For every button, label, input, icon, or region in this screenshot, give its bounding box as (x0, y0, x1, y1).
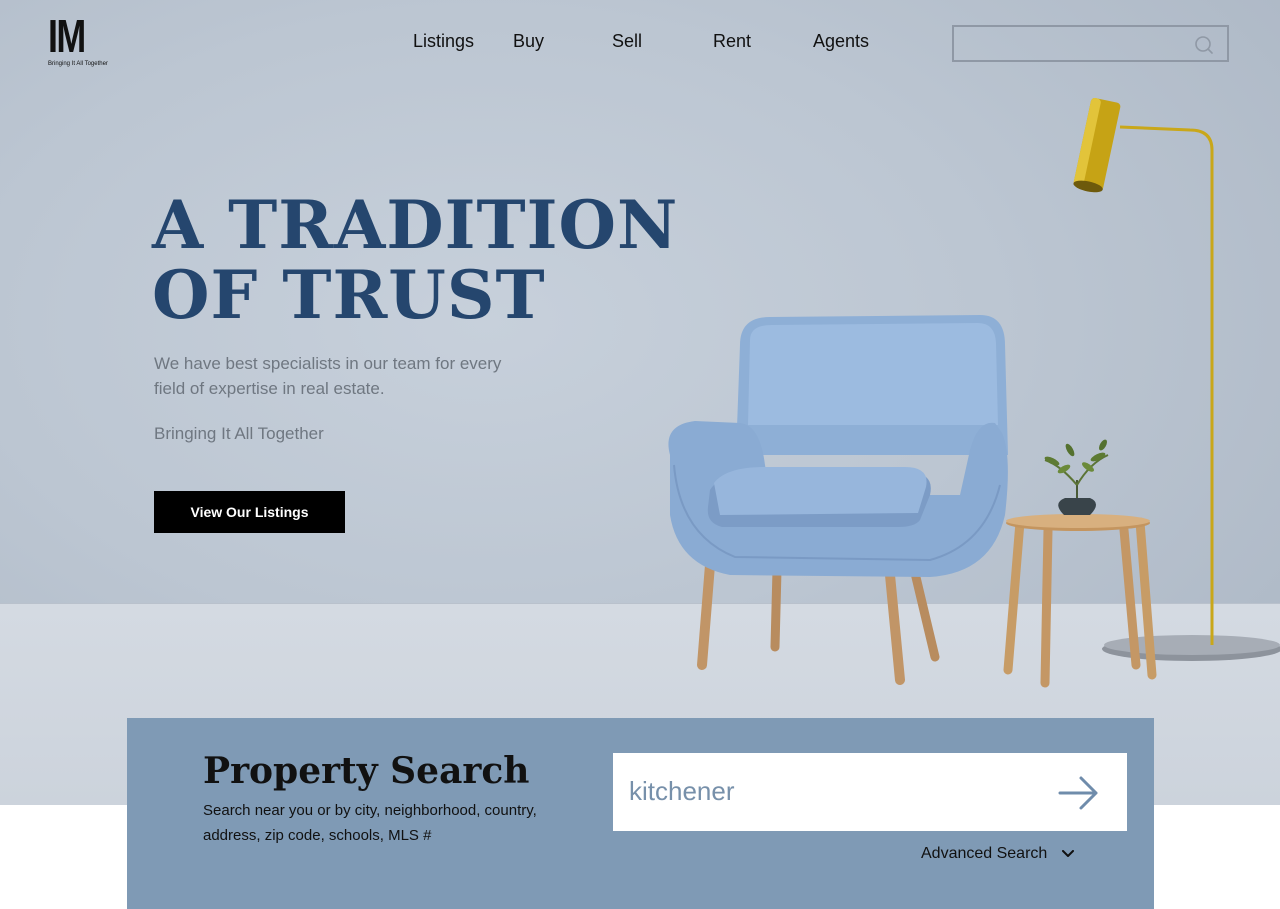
nav-buy[interactable]: Buy (513, 31, 544, 52)
logo-mark: IM (48, 10, 86, 62)
floor-lamp-image (1073, 97, 1280, 661)
hero-headline-line2: OF TRUST (152, 256, 546, 334)
hero-headline: A TRADITION OF TRUST (152, 190, 678, 330)
chevron-down-icon (1061, 849, 1074, 857)
nav-agents[interactable]: Agents (813, 31, 869, 52)
hero-furniture-image (668, 97, 1280, 688)
property-search-title: Property Search (203, 750, 530, 792)
hero-headline-line1: A TRADITION (152, 186, 679, 264)
advanced-search-toggle[interactable]: Advanced Search (921, 845, 1074, 863)
hero-section (0, 0, 1280, 805)
nav-sell[interactable]: Sell (612, 31, 642, 52)
property-search-box (613, 753, 1127, 831)
hero-description: We have best specialists in our team for… (154, 354, 502, 398)
header-search-input[interactable] (962, 31, 1182, 57)
nav-listings[interactable]: Listings (413, 31, 474, 52)
property-search-subtitle: Search near you or by city, neighborhood… (203, 802, 537, 844)
arrow-right-icon[interactable] (1057, 773, 1101, 813)
property-search-input[interactable] (629, 771, 1029, 811)
hero-tagline: Bringing It All Together (154, 424, 324, 443)
search-icon[interactable] (1194, 35, 1214, 55)
header-search (952, 25, 1229, 62)
brand-logo[interactable]: IM Bringing It All Together (48, 10, 118, 74)
nav-rent[interactable]: Rent (713, 31, 751, 52)
side-table-image (1003, 439, 1157, 688)
armchair-image (668, 315, 1008, 685)
view-listings-button[interactable]: View Our Listings (154, 491, 345, 533)
property-search-panel: Property Search Search near you or by ci… (127, 718, 1154, 909)
advanced-search-label: Advanced Search (921, 845, 1048, 862)
